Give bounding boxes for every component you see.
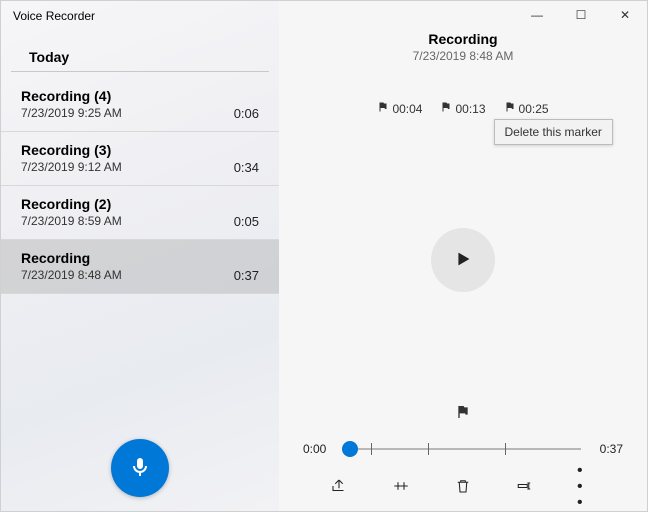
section-heading-today: Today	[11, 27, 269, 72]
delete-button[interactable]	[453, 477, 473, 497]
marker-time: 00:13	[455, 102, 485, 116]
timeline-tick	[428, 443, 429, 455]
recording-duration: 0:06	[234, 88, 259, 121]
timeline-row: 0:00 0:37	[279, 441, 647, 457]
more-button[interactable]: • • •	[577, 477, 597, 497]
trim-button[interactable]	[391, 477, 411, 497]
play-icon	[452, 248, 474, 273]
close-button[interactable]: ✕	[603, 1, 647, 29]
timeline-track	[345, 449, 581, 450]
marker-time: 00:04	[392, 102, 422, 116]
flag-icon	[504, 101, 516, 116]
recording-title: Recording (4)	[21, 88, 122, 104]
share-icon	[330, 477, 348, 498]
recording-duration: 0:34	[234, 142, 259, 175]
share-button[interactable]	[329, 477, 349, 497]
recording-item[interactable]: Recording 7/23/2019 8:48 AM 0:37	[1, 240, 279, 294]
add-marker-row	[279, 404, 647, 423]
flag-icon	[377, 101, 389, 116]
trim-icon	[392, 477, 410, 498]
flag-icon	[455, 408, 471, 423]
recording-title: Recording	[21, 250, 122, 266]
play-button[interactable]	[431, 228, 495, 292]
record-button[interactable]	[111, 439, 169, 497]
timeline-tick	[371, 443, 372, 455]
marker-item[interactable]: 00:04	[377, 101, 422, 116]
microphone-icon	[128, 455, 152, 482]
window-controls: — ☐ ✕	[515, 1, 647, 29]
timeline-slider[interactable]	[345, 441, 581, 457]
trash-icon	[454, 477, 472, 498]
marker-item[interactable]: 00:25 Delete this marker	[504, 101, 549, 116]
marker-time: 00:25	[519, 102, 549, 116]
total-duration: 0:37	[593, 442, 623, 456]
playback-position: 0:00	[303, 442, 333, 456]
recording-date: 7/23/2019 8:59 AM	[21, 214, 122, 228]
timeline-thumb[interactable]	[342, 441, 358, 457]
recording-item[interactable]: Recording (2) 7/23/2019 8:59 AM 0:05	[1, 186, 279, 240]
marker-item[interactable]: 00:13	[440, 101, 485, 116]
detail-date: 7/23/2019 8:48 AM	[279, 49, 647, 63]
maximize-button[interactable]: ☐	[559, 1, 603, 29]
voice-recorder-window: Voice Recorder Today Recording (4) 7/23/…	[0, 0, 648, 512]
timeline-tick	[505, 443, 506, 455]
recording-item[interactable]: Recording (4) 7/23/2019 9:25 AM 0:06	[1, 78, 279, 132]
recording-duration: 0:05	[234, 196, 259, 229]
ellipsis-icon: • • •	[577, 463, 597, 511]
flag-icon	[440, 101, 452, 116]
recording-duration: 0:37	[234, 250, 259, 283]
recording-item[interactable]: Recording (3) 7/23/2019 9:12 AM 0:34	[1, 132, 279, 186]
detail-pane: — ☐ ✕ Recording 7/23/2019 8:48 AM 00:04 …	[279, 1, 647, 511]
play-area	[279, 116, 647, 404]
recording-date: 7/23/2019 9:25 AM	[21, 106, 122, 120]
markers-row: 00:04 00:13 00:25 Delete this marker	[279, 101, 647, 116]
action-bar: • • •	[279, 477, 647, 511]
rename-button[interactable]	[515, 477, 535, 497]
recording-title: Recording (2)	[21, 196, 122, 212]
detail-title: Recording	[279, 31, 647, 47]
sidebar: Voice Recorder Today Recording (4) 7/23/…	[1, 1, 279, 511]
minimize-button[interactable]: —	[515, 1, 559, 29]
recording-date: 7/23/2019 9:12 AM	[21, 160, 122, 174]
rename-icon	[516, 477, 534, 498]
recording-date: 7/23/2019 8:48 AM	[21, 268, 122, 282]
app-title: Voice Recorder	[1, 1, 279, 27]
recording-title: Recording (3)	[21, 142, 122, 158]
add-marker-button[interactable]	[455, 404, 471, 423]
delete-marker-tooltip[interactable]: Delete this marker	[494, 119, 613, 145]
